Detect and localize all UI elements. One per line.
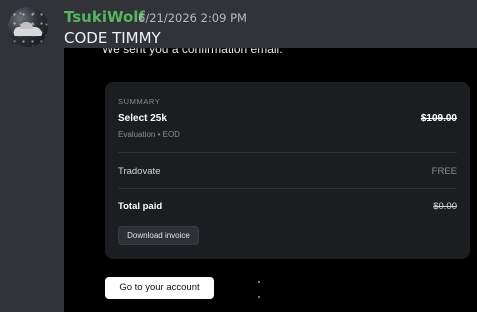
message-timestamp: 6/21/2026 2:09 PM — [138, 11, 247, 25]
divider — [118, 152, 457, 153]
total-label: Total paid — [118, 201, 163, 212]
decorative-dot — [258, 296, 260, 298]
go-to-account-button[interactable]: Go to your account — [105, 277, 214, 299]
divider — [118, 188, 457, 189]
decorative-dot — [258, 281, 260, 283]
order-summary-card: SUMMARY Select 25k $109.00 Evaluation • … — [105, 82, 470, 259]
user-avatar[interactable] — [8, 7, 48, 47]
download-invoice-button[interactable]: Download invoice — [118, 226, 199, 245]
plan-name: Select 25k — [118, 113, 167, 124]
message-content: CODE TIMMY — [64, 29, 161, 47]
plan-detail: Evaluation • EOD — [118, 130, 180, 139]
chat-message: TsukiWolf 6/21/2026 2:09 PM CODE TIMMY W… — [0, 0, 477, 312]
total-value: $0.00 — [433, 201, 457, 212]
summary-heading: SUMMARY — [118, 97, 161, 106]
platform-label: Tradovate — [118, 166, 161, 177]
plan-price: $109.00 — [420, 113, 457, 124]
car-icon — [14, 22, 42, 36]
message-author[interactable]: TsukiWolf — [64, 8, 145, 26]
platform-value: FREE — [431, 166, 457, 177]
